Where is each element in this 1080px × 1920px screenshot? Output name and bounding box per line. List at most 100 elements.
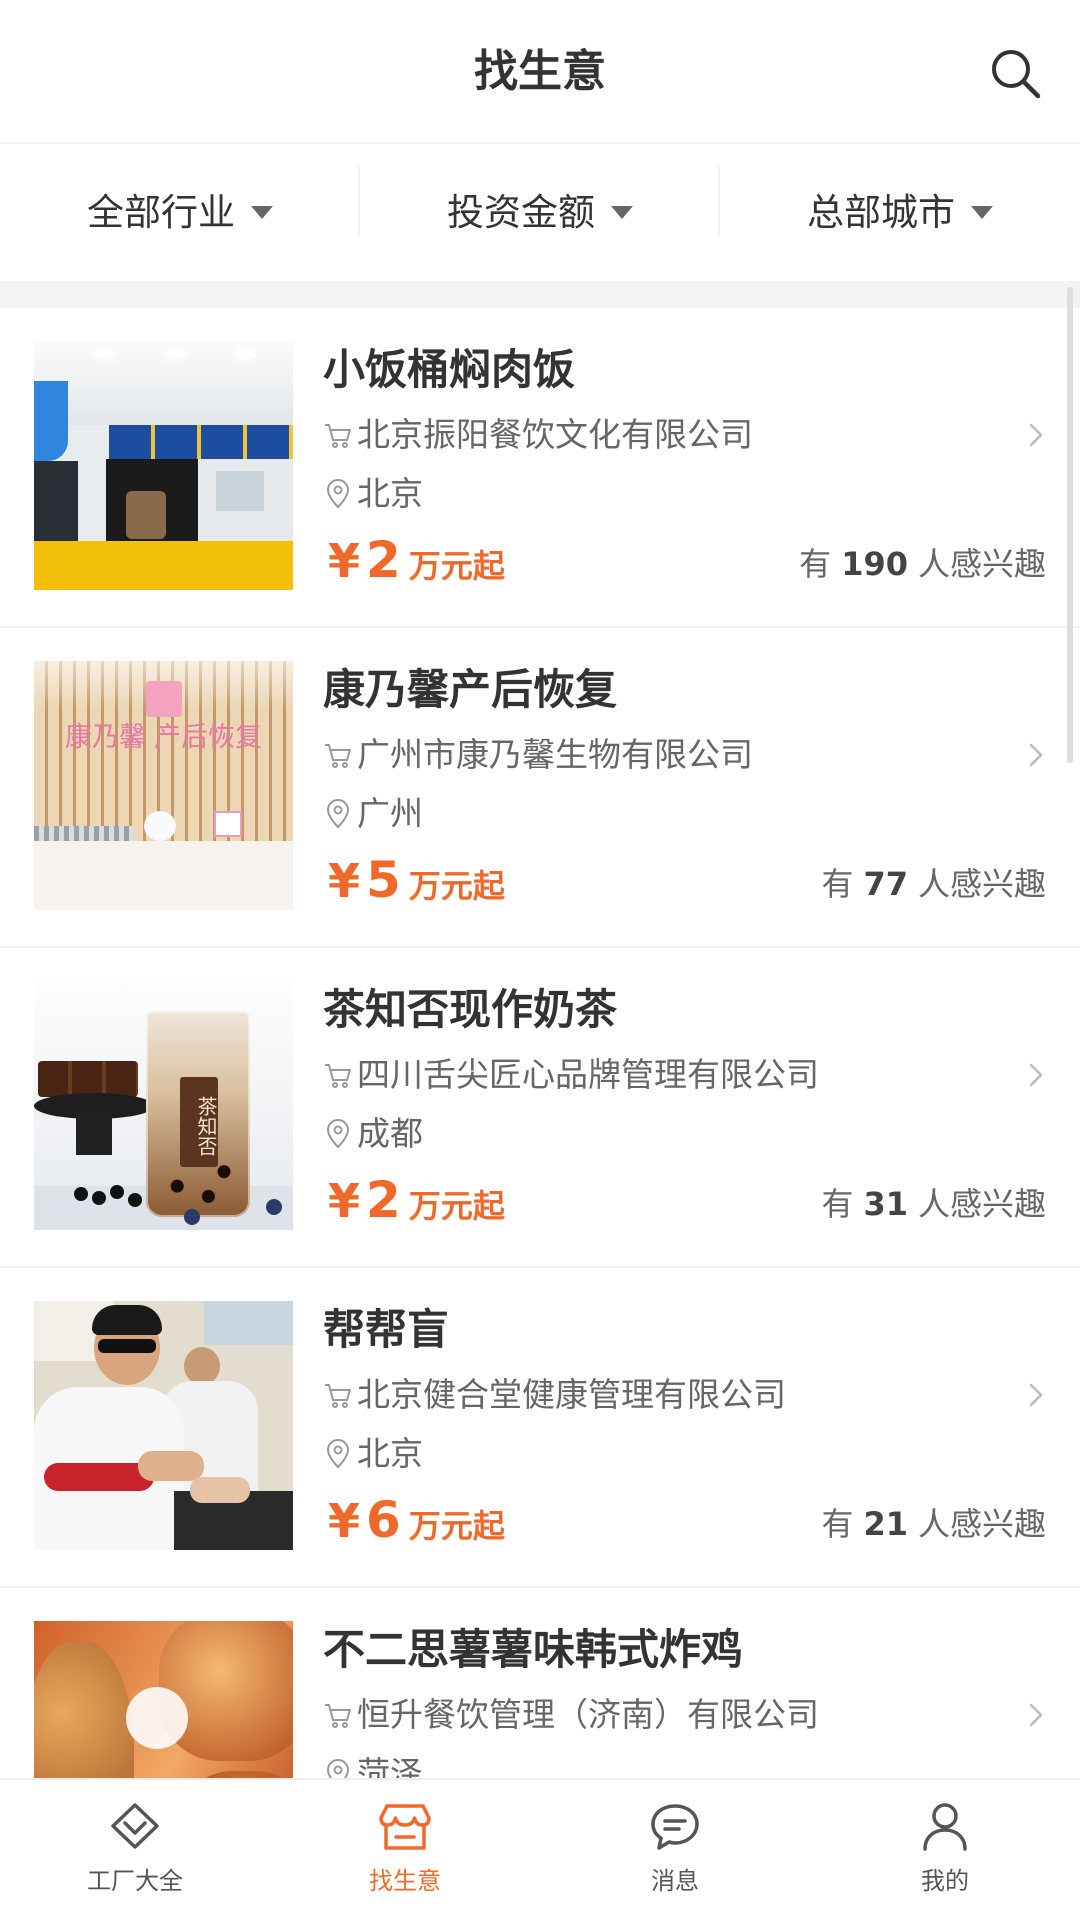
currency-symbol: ¥	[328, 534, 361, 588]
tab-label: 找生意	[369, 1867, 441, 1895]
photo-detail	[74, 1187, 88, 1201]
city-row: 北京	[323, 1434, 423, 1474]
interest-suffix: 人感兴趣	[917, 545, 1046, 583]
logo-mark	[146, 681, 182, 717]
triangle-down-icon	[971, 206, 993, 219]
photo-detail	[234, 349, 256, 359]
city-name: 北京	[357, 1434, 423, 1473]
currency-symbol: ¥	[328, 854, 361, 908]
store-sign: 康乃馨 产后恢复	[34, 721, 293, 755]
location-pin-icon	[326, 1759, 350, 1778]
tab-messages[interactable]: 消息	[540, 1780, 810, 1920]
location-pin-icon	[326, 1439, 350, 1469]
interest-prefix: 有	[821, 1505, 854, 1543]
interest-number: 77	[863, 865, 908, 903]
photo-detail	[34, 841, 293, 910]
list-item[interactable]: 小饭桶焖肉饭 北京振阳餐饮文化有限公司 北京 ¥ 2 万元起 有 190 人感兴趣	[0, 308, 1080, 628]
diamond-icon	[111, 1803, 159, 1849]
chevron-right-icon	[1029, 743, 1043, 767]
interest-suffix: 人感兴趣	[917, 1185, 1046, 1223]
interest-number: 31	[863, 1185, 908, 1223]
search-icon[interactable]	[988, 46, 1042, 100]
list-item[interactable]: 不二思薯薯味韩式炸鸡 恒升餐饮管理（济南）有限公司 菏泽	[0, 1588, 1080, 1778]
price-amount: 2	[366, 531, 401, 589]
chevron-right-icon	[1029, 1383, 1043, 1407]
location-pin-icon	[326, 799, 350, 829]
listing-image: 康乃馨 产后恢复	[34, 661, 293, 910]
photo-detail	[92, 1191, 106, 1205]
cart-icon	[325, 424, 351, 448]
company-row: 北京健合堂健康管理有限公司	[323, 1375, 786, 1415]
interest-prefix: 有	[799, 545, 832, 583]
photo-detail	[76, 1111, 112, 1155]
interest-prefix: 有	[821, 1185, 854, 1223]
filter-investment[interactable]: 投资金额	[360, 144, 720, 281]
city-row: 菏泽	[323, 1754, 423, 1778]
photo-detail	[126, 491, 166, 539]
tab-profile[interactable]: 我的	[810, 1780, 1080, 1920]
photo-detail	[34, 461, 78, 551]
photo-detail	[184, 1347, 220, 1385]
chevron-right-icon	[1029, 423, 1043, 447]
price-unit: 万元起	[408, 1507, 505, 1545]
list-item[interactable]: 康乃馨 产后恢复 康乃馨产后恢复 广州市康乃馨生物有限公司 广州 ¥ 5 万元起 …	[0, 628, 1080, 948]
photo-detail	[110, 1185, 124, 1199]
photo-detail	[144, 811, 176, 841]
city-row: 成都	[323, 1114, 423, 1154]
price-amount: 5	[366, 851, 401, 909]
listing-name: 茶知否现作奶茶	[323, 985, 618, 1034]
photo-detail	[126, 1687, 188, 1749]
price: ¥ 2 万元起	[328, 532, 505, 594]
price-unit: 万元起	[408, 547, 505, 585]
price: ¥ 5 万元起	[328, 852, 505, 914]
company-row: 广州市康乃馨生物有限公司	[323, 735, 753, 775]
list-item[interactable]: 帮帮盲 北京健合堂健康管理有限公司 北京 ¥ 6 万元起 有 21 人感兴趣	[0, 1268, 1080, 1588]
photo-detail	[190, 1477, 250, 1503]
triangle-down-icon	[611, 206, 633, 219]
filter-bar: 全部行业 投资金额 总部城市	[0, 144, 1080, 281]
currency-symbol: ¥	[328, 1174, 361, 1228]
user-icon	[923, 1803, 967, 1851]
company-name: 北京健合堂健康管理有限公司	[357, 1375, 786, 1414]
city-name: 广州	[357, 794, 423, 833]
photo-detail	[128, 1193, 142, 1207]
photo-detail	[138, 1451, 204, 1481]
list-item[interactable]: 茶知否 茶知否现作奶茶 四川舌尖匠心品牌管理有限公司 成都 ¥ 2 万元起 有3…	[0, 948, 1080, 1268]
listing-name: 康乃馨产后恢复	[323, 665, 618, 714]
section-gap	[0, 281, 1080, 308]
photo-detail	[109, 425, 293, 459]
tab-factory[interactable]: 工厂大全	[0, 1780, 270, 1920]
interest-prefix: 有	[821, 865, 854, 903]
city-name: 北京	[357, 474, 423, 513]
chevron-right-icon	[1029, 1703, 1043, 1727]
listing-image	[34, 341, 293, 590]
chat-icon	[651, 1804, 699, 1850]
interest-number: 190	[841, 545, 908, 583]
listing-image	[34, 1621, 293, 1778]
listing-list[interactable]: 小饭桶焖肉饭 北京振阳餐饮文化有限公司 北京 ¥ 2 万元起 有 190 人感兴趣 …	[0, 308, 1080, 1778]
interest-suffix: 人感兴趣	[917, 865, 1046, 903]
cart-icon	[325, 744, 351, 768]
filter-city[interactable]: 总部城市	[720, 144, 1080, 281]
company-row: 恒升餐饮管理（济南）有限公司	[323, 1695, 819, 1735]
filter-label: 全部行业	[87, 190, 235, 234]
currency-symbol: ¥	[328, 1494, 361, 1548]
scrollbar[interactable]	[1067, 287, 1073, 763]
photo-detail	[34, 381, 68, 461]
location-pin-icon	[326, 479, 350, 509]
sign-text: 康乃馨	[65, 722, 146, 753]
cart-icon	[325, 1704, 351, 1728]
filter-industry[interactable]: 全部行业	[0, 144, 360, 281]
photo-detail	[38, 1061, 138, 1097]
tab-find-business[interactable]: 找生意	[270, 1780, 540, 1920]
listing-image: 茶知否	[34, 981, 293, 1230]
photo-detail	[164, 349, 186, 359]
bottom-tab-bar: 工厂大全 找生意 消息 我的	[0, 1778, 1080, 1920]
company-name: 广州市康乃馨生物有限公司	[357, 735, 753, 774]
photo-detail	[204, 1301, 293, 1345]
chevron-right-icon	[1029, 1063, 1043, 1087]
interest-count: 有 77 人感兴趣	[821, 864, 1046, 904]
location-pin-icon	[326, 1119, 350, 1149]
city-name: 成都	[357, 1114, 423, 1153]
interest-count: 有 21 人感兴趣	[821, 1504, 1046, 1544]
